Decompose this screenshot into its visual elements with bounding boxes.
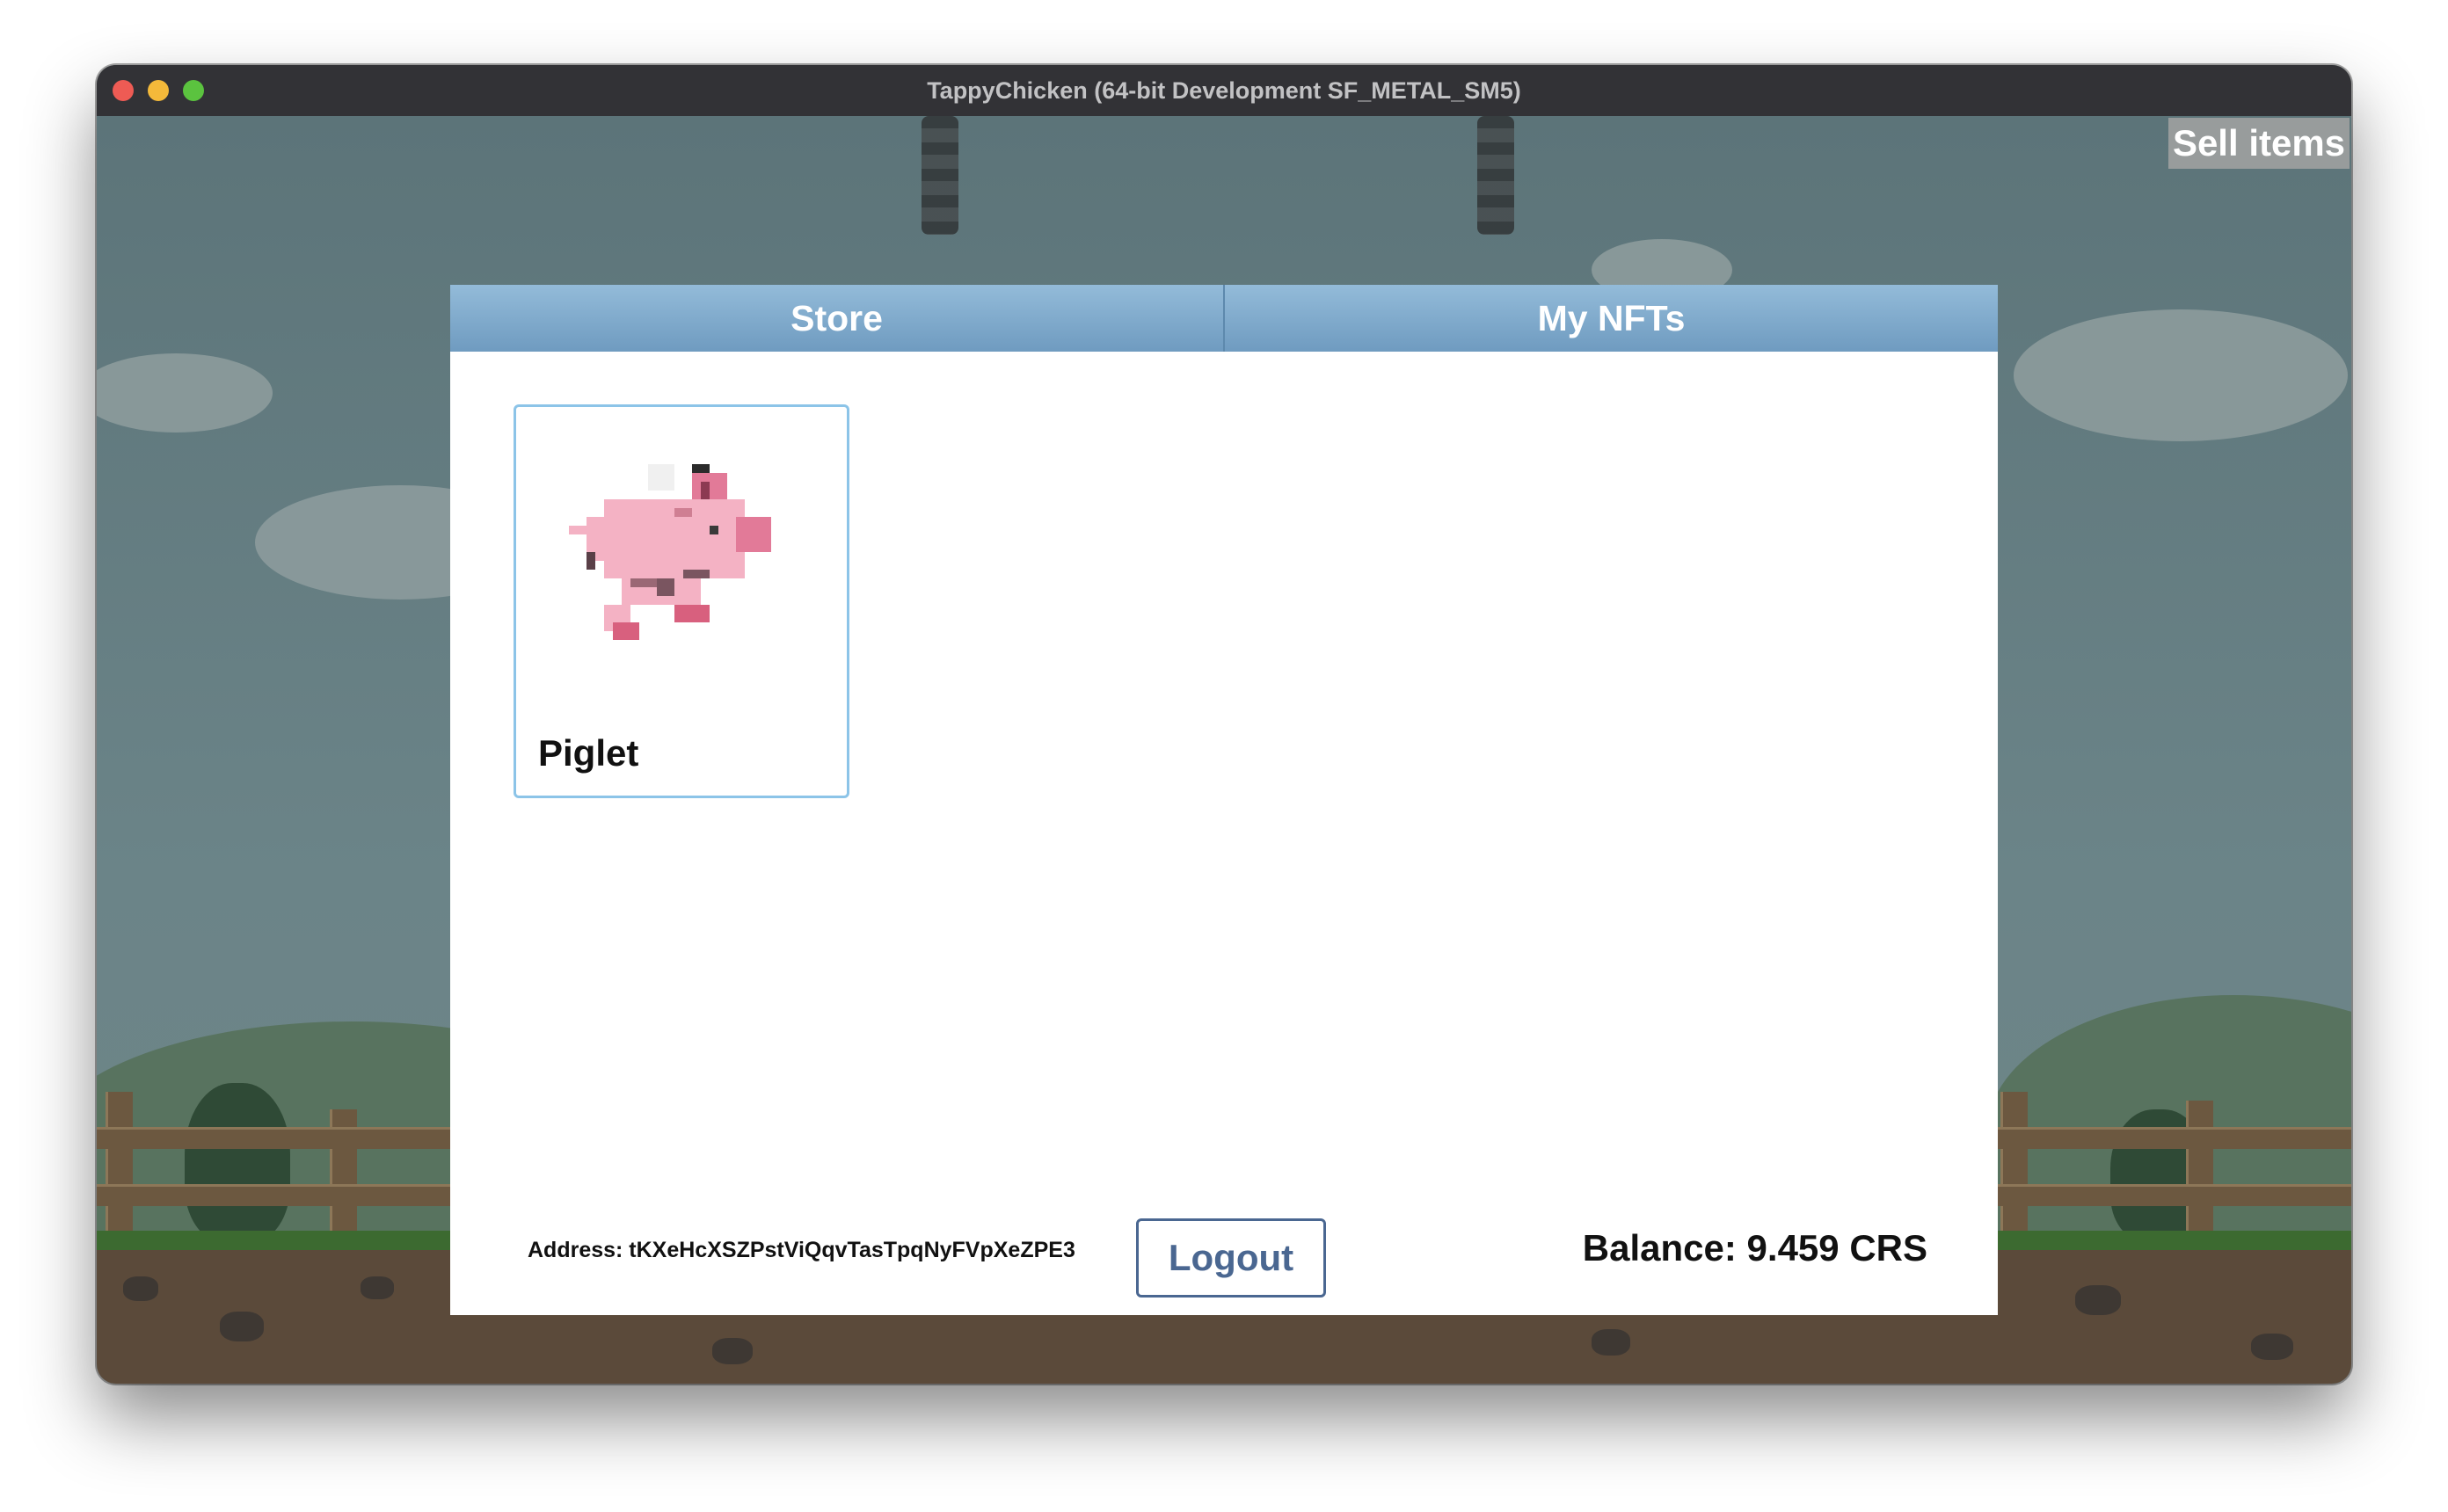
- fence-decoration: [97, 1184, 450, 1206]
- fence-decoration: [97, 1127, 450, 1149]
- app-window: TappyChicken (64-bit Development SF_META…: [97, 65, 2351, 1384]
- item-name: Piglet: [538, 732, 639, 774]
- store-panel: Store My NFTs Piglet Address: tKXeHcXSZP…: [450, 285, 1998, 1315]
- chain-decoration: [922, 116, 958, 235]
- fence-decoration: [2186, 1101, 2213, 1232]
- store-item-card[interactable]: Piglet: [514, 404, 849, 798]
- game-background: Sell items Store My NFTs Piglet Address:…: [97, 116, 2351, 1384]
- sell-items-button[interactable]: Sell items: [2168, 118, 2350, 169]
- tab-my-nfts[interactable]: My NFTs: [1225, 285, 1998, 352]
- chain-decoration: [1477, 116, 1514, 235]
- fence-decoration: [2000, 1092, 2028, 1232]
- logout-button[interactable]: Logout: [1136, 1218, 1326, 1298]
- cloud-decoration: [2014, 309, 2348, 441]
- window-title: TappyChicken (64-bit Development SF_META…: [927, 77, 1521, 104]
- rock-decoration: [712, 1338, 753, 1364]
- rock-decoration: [2075, 1285, 2121, 1315]
- tree-decoration: [185, 1083, 290, 1241]
- rock-decoration: [361, 1276, 394, 1299]
- fence-decoration: [1998, 1127, 2351, 1149]
- rock-decoration: [1592, 1329, 1630, 1356]
- tab-bar: Store My NFTs: [450, 285, 1998, 352]
- title-bar: TappyChicken (64-bit Development SF_META…: [97, 65, 2351, 118]
- rock-decoration: [2251, 1334, 2293, 1360]
- tab-store[interactable]: Store: [450, 285, 1223, 352]
- pixel-pig-icon: [569, 464, 771, 640]
- rock-decoration: [123, 1276, 158, 1301]
- cloud-decoration: [97, 353, 273, 433]
- wallet-address: Address: tKXeHcXSZPstViQqvTasTpqNyFVpXeZ…: [528, 1238, 1075, 1262]
- rock-decoration: [220, 1312, 264, 1341]
- balance-display: Balance: 9.459 CRS: [1582, 1227, 1927, 1268]
- fence-decoration: [1998, 1184, 2351, 1206]
- fence-decoration: [106, 1092, 133, 1232]
